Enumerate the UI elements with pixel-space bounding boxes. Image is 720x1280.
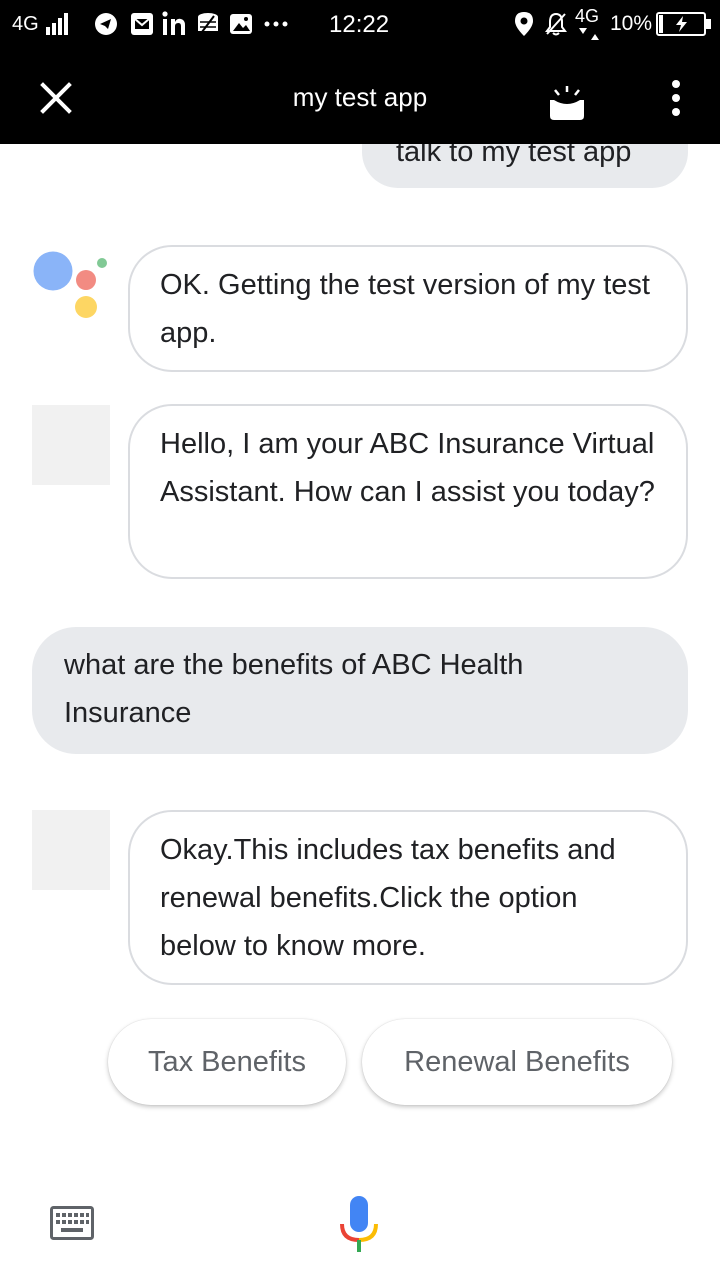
suggestion-chip-renewal-benefits[interactable]: Renewal Benefits	[362, 1019, 672, 1105]
email-icon	[131, 13, 153, 35]
app-header: my test app	[0, 50, 720, 144]
data-arrows-icon	[579, 28, 599, 40]
user-message-text: what are the benefits of ABC Health Insu…	[64, 649, 524, 729]
mic-icon[interactable]	[336, 1194, 382, 1256]
page-title: my test app	[292, 82, 428, 112]
gallery-icon	[230, 14, 252, 34]
bot-message-text: Okay.This includes tax benefits and rene…	[160, 834, 616, 962]
clock: 12:22	[329, 11, 390, 38]
keyboard-icon[interactable]	[50, 1206, 94, 1240]
suggestion-chip-label: Renewal Benefits	[404, 1046, 630, 1078]
user-message: talk to my test app	[362, 144, 688, 188]
data-saver-icon	[198, 13, 218, 33]
network-type-label-2: 4G	[575, 6, 600, 26]
alarm-off-icon	[545, 12, 567, 36]
suggestion-chip-tax-benefits[interactable]: Tax Benefits	[108, 1019, 346, 1105]
linkedin-icon	[162, 11, 185, 35]
more-notifications-icon	[264, 21, 288, 27]
suggestion-chip-label: Tax Benefits	[148, 1046, 306, 1078]
cast-icon[interactable]	[545, 86, 589, 122]
assistant-message: OK. Getting the test version of my test …	[128, 245, 688, 372]
signal-icon	[46, 13, 68, 35]
assistant-message-text: OK. Getting the test version of my test …	[160, 269, 650, 349]
bot-message: Hello, I am your ABC Insurance Virtual A…	[128, 404, 688, 579]
avatar	[32, 405, 110, 485]
bot-message: Okay.This includes tax benefits and rene…	[128, 810, 688, 985]
battery-charging-icon	[656, 12, 711, 36]
telegram-icon	[95, 13, 117, 35]
battery-percent: 10%	[610, 12, 653, 35]
status-bar: 4G 12:22 4G 10%	[0, 0, 720, 50]
bot-message-text: Hello, I am your ABC Insurance Virtual A…	[160, 428, 655, 508]
avatar	[32, 810, 110, 890]
chat-transcript[interactable]: talk to my test app OK. Getting the test…	[0, 144, 720, 1174]
network-type-label: 4G	[12, 13, 39, 35]
location-icon	[515, 12, 533, 36]
google-assistant-icon	[33, 251, 107, 318]
user-message-text: talk to my test app	[396, 144, 632, 168]
more-vert-icon[interactable]	[660, 78, 692, 118]
user-message: what are the benefits of ABC Health Insu…	[32, 627, 688, 754]
